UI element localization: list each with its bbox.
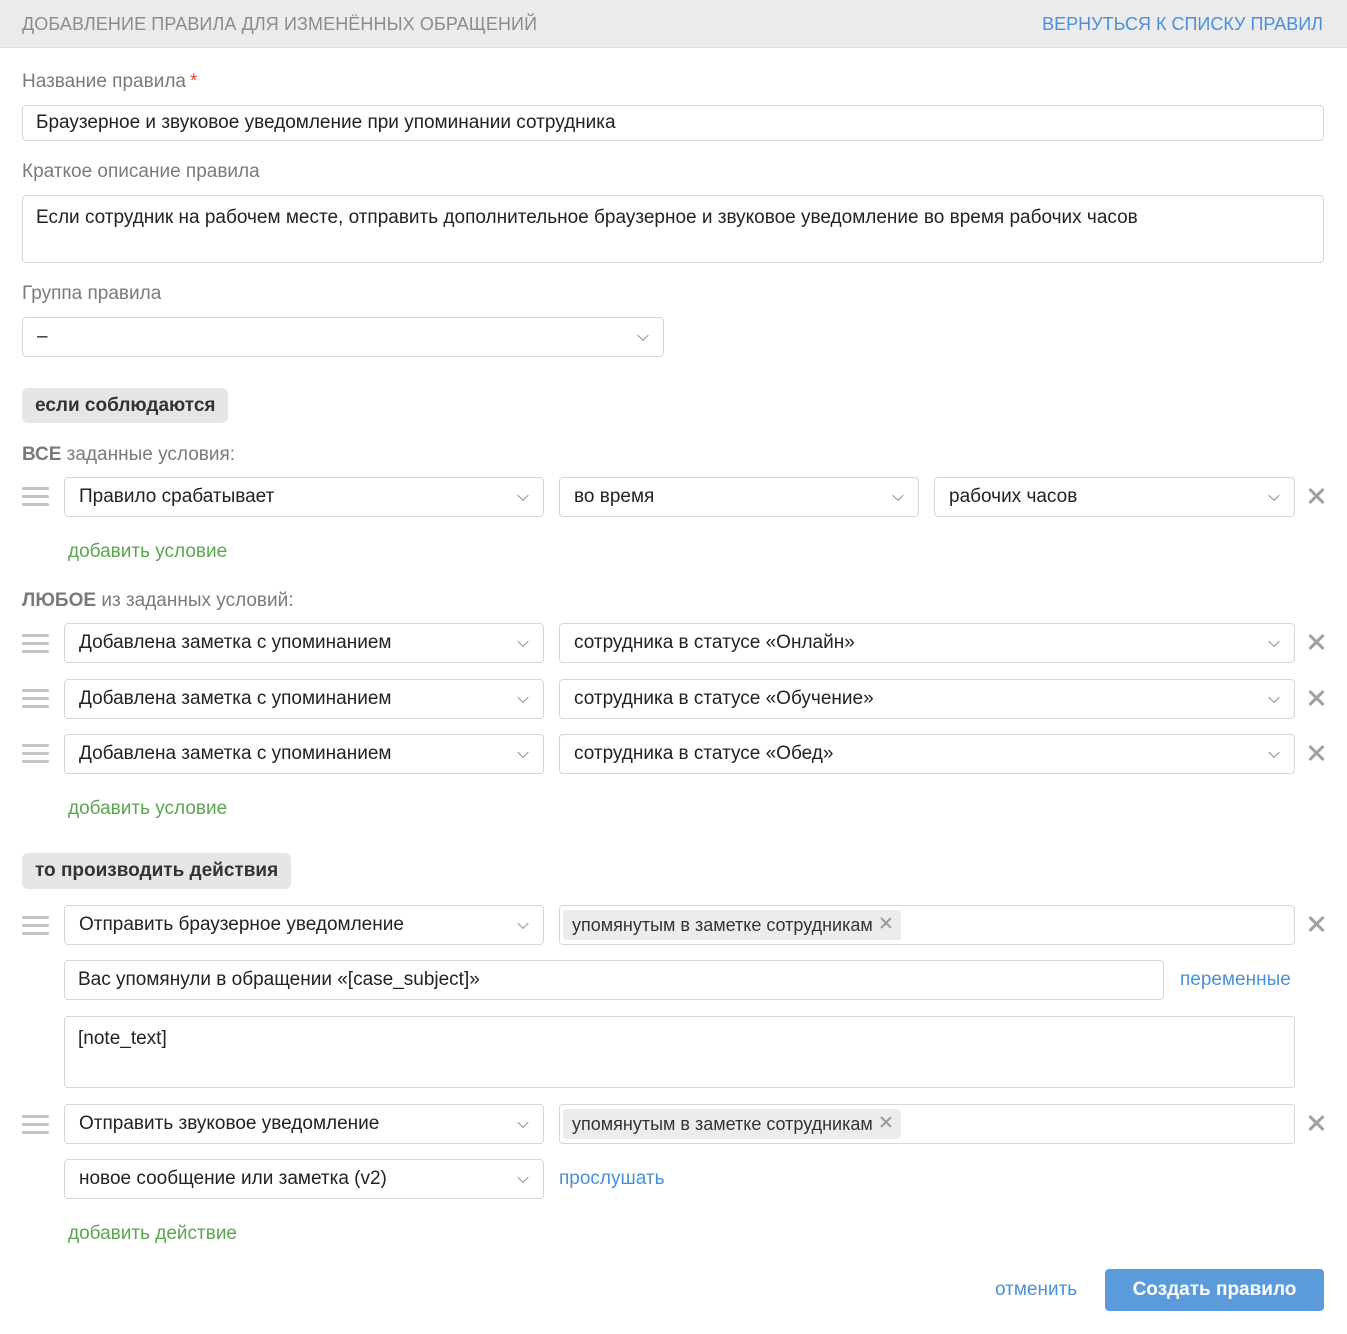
recipient-tag-label: упомянутым в заметке сотрудникам bbox=[572, 1113, 873, 1134]
condition-value-select[interactable]: сотрудника в статусе «Онлайн» bbox=[559, 623, 1295, 663]
page-header: Добавление правила для изменённых обраще… bbox=[0, 0, 1347, 48]
listen-link[interactable]: прослушать bbox=[559, 1168, 665, 1190]
add-condition-any-link[interactable]: добавить условие bbox=[68, 798, 227, 820]
condition-field-select[interactable]: Добавлена заметка с упоминанием bbox=[64, 734, 544, 774]
cancel-button[interactable]: отменить bbox=[995, 1279, 1077, 1301]
conditions-section-pill: если соблюдаются bbox=[22, 388, 229, 423]
drag-handle-icon[interactable] bbox=[22, 916, 49, 936]
condition-value-value: сотрудника в статусе «Онлайн» bbox=[574, 632, 855, 653]
chevron-down-icon bbox=[637, 329, 649, 342]
chevron-down-icon bbox=[517, 1116, 529, 1129]
chevron-down-icon bbox=[892, 489, 904, 502]
add-condition-all-link[interactable]: добавить условие bbox=[68, 541, 227, 563]
all-conditions-text: заданные условия: bbox=[61, 444, 236, 465]
condition-field-value: Правило срабатывает bbox=[79, 486, 275, 507]
any-conditions-text: из заданных условий: bbox=[96, 590, 294, 611]
chevron-down-icon bbox=[517, 489, 529, 502]
rule-name-value: Браузерное и звуковое уведомление при уп… bbox=[36, 112, 616, 133]
remove-condition-icon[interactable] bbox=[1307, 744, 1325, 762]
remove-action-icon[interactable] bbox=[1307, 915, 1325, 933]
condition-value-select[interactable]: сотрудника в статусе «Обучение» bbox=[559, 679, 1295, 719]
chevron-down-icon bbox=[517, 691, 529, 704]
condition-value-select[interactable]: рабочих часов bbox=[934, 477, 1295, 517]
remove-tag-icon[interactable] bbox=[880, 917, 892, 929]
condition-field-select[interactable]: Добавлена заметка с упоминанием bbox=[64, 623, 544, 663]
condition-operator-select[interactable]: во время bbox=[559, 477, 919, 517]
recipient-tag: упомянутым в заметке сотрудникам bbox=[563, 1109, 901, 1139]
condition-value-value: рабочих часов bbox=[949, 486, 1078, 507]
notification-title-input[interactable]: Вас упомянули в обращении «[case_subject… bbox=[64, 960, 1164, 1000]
recipients-multiselect[interactable]: упомянутым в заметке сотрудникам bbox=[559, 905, 1295, 945]
rule-name-label-text: Название правила bbox=[22, 71, 186, 92]
condition-field-value: Добавлена заметка с упоминанием bbox=[79, 632, 392, 653]
add-action-link[interactable]: добавить действие bbox=[68, 1223, 237, 1245]
action-type-select[interactable]: Отправить звуковое уведомление bbox=[64, 1104, 544, 1144]
condition-field-select[interactable]: Правило срабатывает bbox=[64, 477, 544, 517]
remove-condition-icon[interactable] bbox=[1307, 689, 1325, 707]
rule-name-label: Название правила * bbox=[22, 71, 197, 93]
variables-link[interactable]: переменные bbox=[1180, 969, 1291, 991]
chevron-down-icon bbox=[517, 1171, 529, 1184]
chevron-down-icon bbox=[1268, 489, 1280, 502]
all-conditions-bold: ВСЕ bbox=[22, 444, 62, 465]
condition-field-select[interactable]: Добавлена заметка с упоминанием bbox=[64, 679, 544, 719]
chevron-down-icon bbox=[1268, 746, 1280, 759]
recipient-tag-label: упомянутым в заметке сотрудникам bbox=[572, 914, 873, 935]
condition-field-value: Добавлена заметка с упоминанием bbox=[79, 743, 392, 764]
remove-condition-icon[interactable] bbox=[1307, 487, 1325, 505]
chevron-down-icon bbox=[517, 917, 529, 930]
chevron-down-icon bbox=[517, 746, 529, 759]
back-to-rules-link[interactable]: Вернуться к списку правил bbox=[1042, 14, 1323, 35]
drag-handle-icon[interactable] bbox=[22, 634, 49, 654]
any-conditions-bold: ЛЮБОЕ bbox=[22, 590, 97, 611]
rule-description-label: Краткое описание правила bbox=[22, 161, 260, 182]
drag-handle-icon[interactable] bbox=[22, 689, 49, 709]
sound-select[interactable]: новое сообщение или заметка (v2) bbox=[64, 1159, 544, 1199]
notification-body-textarea[interactable]: [note_text] bbox=[64, 1016, 1295, 1088]
rule-description-value: Если сотрудник на рабочем месте, отправи… bbox=[36, 207, 1138, 228]
notification-title-value: Вас упомянули в обращении «[case_subject… bbox=[78, 969, 480, 990]
condition-field-value: Добавлена заметка с упоминанием bbox=[79, 688, 392, 709]
remove-tag-icon[interactable] bbox=[880, 1116, 892, 1128]
action-type-value: Отправить браузерное уведомление bbox=[79, 914, 404, 935]
sound-value: новое сообщение или заметка (v2) bbox=[79, 1168, 387, 1189]
drag-handle-icon[interactable] bbox=[22, 487, 49, 507]
all-conditions-label: ВСЕ заданные условия: bbox=[22, 444, 235, 466]
required-mark: * bbox=[189, 71, 198, 92]
recipients-multiselect[interactable]: упомянутым в заметке сотрудникам bbox=[559, 1104, 1295, 1144]
condition-operator-value: во время bbox=[574, 486, 655, 507]
rule-group-select[interactable]: – bbox=[22, 317, 664, 357]
rule-name-input[interactable]: Браузерное и звуковое уведомление при уп… bbox=[22, 105, 1324, 141]
action-type-select[interactable]: Отправить браузерное уведомление bbox=[64, 905, 544, 945]
recipient-tag: упомянутым в заметке сотрудникам bbox=[563, 910, 901, 940]
rule-description-textarea[interactable]: Если сотрудник на рабочем месте, отправи… bbox=[22, 195, 1324, 263]
page-title: Добавление правила для изменённых обраще… bbox=[22, 14, 538, 34]
rule-group-label: Группа правила bbox=[22, 283, 162, 304]
drag-handle-icon[interactable] bbox=[22, 744, 49, 764]
chevron-down-icon bbox=[1268, 691, 1280, 704]
condition-value-value: сотрудника в статусе «Обед» bbox=[574, 743, 834, 764]
remove-action-icon[interactable] bbox=[1307, 1114, 1325, 1132]
chevron-down-icon bbox=[517, 635, 529, 648]
notification-body-value: [note_text] bbox=[78, 1028, 167, 1049]
actions-section-pill: то производить действия bbox=[22, 853, 292, 889]
any-conditions-label: ЛЮБОЕ из заданных условий: bbox=[22, 590, 294, 612]
rule-group-value: – bbox=[37, 326, 48, 347]
drag-handle-icon[interactable] bbox=[22, 1115, 49, 1135]
condition-value-select[interactable]: сотрудника в статусе «Обед» bbox=[559, 734, 1295, 774]
condition-value-value: сотрудника в статусе «Обучение» bbox=[574, 688, 874, 709]
create-rule-button[interactable]: Создать правило bbox=[1105, 1269, 1324, 1311]
chevron-down-icon bbox=[1268, 635, 1280, 648]
action-type-value: Отправить звуковое уведомление bbox=[79, 1113, 380, 1134]
remove-condition-icon[interactable] bbox=[1307, 633, 1325, 651]
